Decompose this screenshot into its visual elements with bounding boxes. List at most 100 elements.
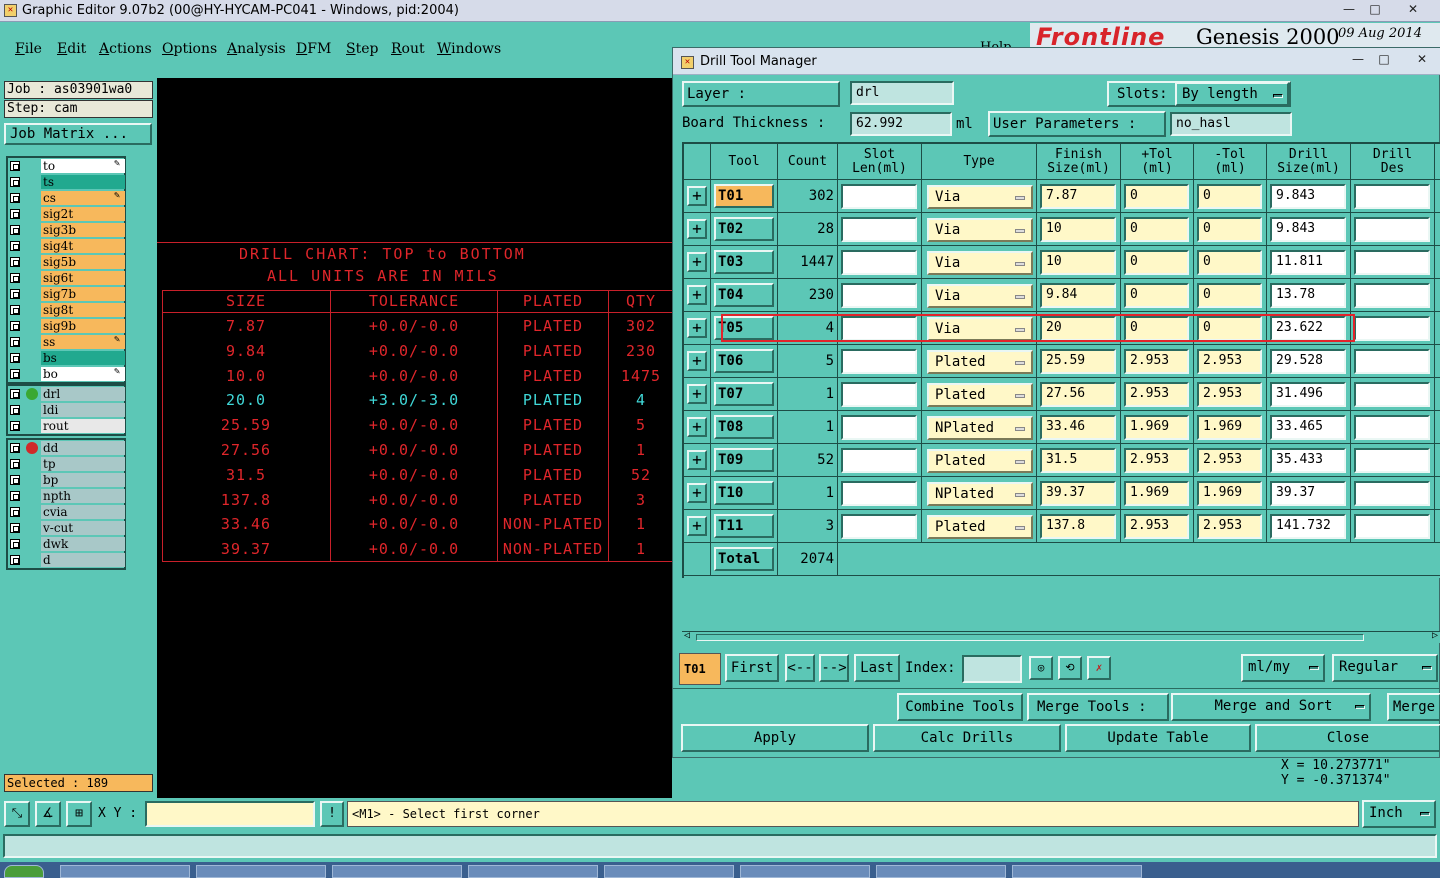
layer-row-sig9b[interactable]: sig9b [8, 318, 125, 334]
finish-size-input[interactable]: 25.59 [1040, 349, 1116, 374]
tool-name-button[interactable]: T04 [714, 283, 774, 307]
plus-tol-input[interactable]: 0 [1124, 316, 1189, 341]
close-button[interactable]: Close [1255, 724, 1440, 752]
tool-name-button[interactable]: T11 [714, 514, 774, 538]
layer-checkbox[interactable] [10, 289, 20, 299]
menu-analysis[interactable]: Analysis [227, 41, 286, 57]
plus-tol-input[interactable]: 2.953 [1124, 514, 1189, 539]
layer-name[interactable]: rout [41, 419, 125, 433]
menu-options[interactable]: Options [162, 41, 217, 57]
drill-des-input[interactable] [1354, 316, 1430, 341]
expand-tool-icon[interactable]: + [687, 186, 707, 206]
layer-checkbox[interactable] [10, 421, 20, 431]
drill-des-input[interactable] [1354, 217, 1430, 242]
expand-tool-icon[interactable]: + [687, 450, 707, 470]
expand-tool-icon[interactable]: + [687, 351, 707, 371]
layer-row-ldi[interactable]: ldi [8, 402, 125, 418]
layer-row-ts[interactable]: ts [8, 174, 125, 190]
plus-tol-input[interactable]: 2.953 [1124, 349, 1189, 374]
dialog-minimize-button[interactable]: — [1345, 52, 1371, 68]
expand-tool-icon[interactable]: + [687, 252, 707, 272]
drill-des-input[interactable] [1354, 349, 1430, 374]
locate-icon[interactable]: ◎ [1029, 656, 1053, 680]
layer-checkbox[interactable] [10, 507, 20, 517]
tool-type-option[interactable]: Via [927, 218, 1033, 242]
tool-type-option[interactable]: Plated [927, 449, 1033, 473]
layer-checkbox[interactable] [10, 193, 20, 203]
minus-tol-input[interactable]: 1.969 [1197, 481, 1262, 506]
layer-name[interactable]: to [41, 159, 125, 173]
drill-size-input[interactable]: 33.465 [1270, 415, 1346, 440]
drill-des-input[interactable] [1354, 382, 1430, 407]
slot-length-input[interactable] [841, 349, 917, 374]
layer-input[interactable]: drl [850, 81, 954, 105]
taskbar-item[interactable] [604, 865, 734, 878]
layer-checkbox[interactable] [10, 161, 20, 171]
slot-length-input[interactable] [841, 514, 917, 539]
taskbar-item[interactable] [60, 865, 190, 878]
units-option[interactable]: ml/my [1241, 654, 1325, 682]
slot-length-input[interactable] [841, 481, 917, 506]
refresh-icon[interactable]: ⟲ [1058, 656, 1082, 680]
layer-row-npth[interactable]: npth [8, 488, 125, 504]
slot-length-input[interactable] [841, 448, 917, 473]
layer-checkbox[interactable] [10, 177, 20, 187]
layer-name[interactable]: v-cut [41, 521, 125, 535]
layer-name[interactable]: dwk [41, 537, 125, 551]
expand-tool-icon[interactable]: + [687, 384, 707, 404]
layer-row-sig7b[interactable]: sig7b [8, 286, 125, 302]
layer-name[interactable]: cvia [41, 505, 125, 519]
tool-type-option[interactable]: Via [927, 185, 1033, 209]
drill-size-input[interactable]: 35.433 [1270, 448, 1346, 473]
next-button[interactable]: --> [819, 654, 849, 682]
expand-tool-icon[interactable]: + [687, 318, 707, 338]
update-table-button[interactable]: Update Table [1065, 724, 1251, 752]
layer-name[interactable]: sig7b [41, 287, 125, 301]
layer-row-cvia[interactable]: cvia [8, 504, 125, 520]
slot-length-input[interactable] [841, 382, 917, 407]
drill-size-input[interactable]: 29.528 [1270, 349, 1346, 374]
layer-row-sig8t[interactable]: sig8t [8, 302, 125, 318]
finish-size-input[interactable]: 10 [1040, 250, 1116, 275]
minus-tol-input[interactable]: 2.953 [1197, 448, 1262, 473]
tool-type-option[interactable]: Plated [927, 350, 1033, 374]
menu-dfm[interactable]: DFM [296, 41, 331, 57]
drill-size-input[interactable]: 23.622 [1270, 316, 1346, 341]
drill-des-input[interactable] [1354, 481, 1430, 506]
layer-name[interactable]: sig3b [41, 223, 125, 237]
layer-row-dwk[interactable]: dwk [8, 536, 125, 552]
user-parameters-input[interactable]: no_hasl [1170, 112, 1292, 136]
tool-name-button[interactable]: T05 [714, 316, 774, 340]
previous-button[interactable]: <-- [785, 654, 815, 682]
layer-name[interactable]: dd [41, 441, 125, 455]
apply-button[interactable]: Apply [681, 724, 869, 752]
tool-name-button[interactable]: T09 [714, 448, 774, 472]
zoom-fit-icon[interactable]: ⤡ [4, 801, 30, 827]
plus-tol-input[interactable]: 0 [1124, 217, 1189, 242]
finish-size-input[interactable]: 39.37 [1040, 481, 1116, 506]
minus-tol-input[interactable]: 1.969 [1197, 415, 1262, 440]
layer-checkbox[interactable] [10, 305, 20, 315]
delete-icon[interactable]: ✗ [1087, 656, 1111, 680]
measure-icon[interactable]: ∡ [35, 801, 61, 827]
finish-size-input[interactable]: 7.87 [1040, 184, 1116, 209]
grid-icon[interactable]: ⊞ [66, 801, 92, 827]
xy-input[interactable] [145, 801, 315, 827]
menu-actions[interactable]: Actions [99, 41, 152, 57]
layer-row-bs[interactable]: bs [8, 350, 125, 366]
plus-tol-input[interactable]: 2.953 [1124, 382, 1189, 407]
taskbar-item[interactable] [1012, 865, 1142, 878]
drill-des-input[interactable] [1354, 283, 1430, 308]
layer-name[interactable]: bp [41, 473, 125, 487]
layer-checkbox[interactable] [10, 475, 20, 485]
tool-type-option[interactable]: Via [927, 284, 1033, 308]
layer-row-v-cut[interactable]: v-cut [8, 520, 125, 536]
last-button[interactable]: Last [854, 654, 900, 682]
tool-type-option[interactable]: NPlated [927, 482, 1033, 506]
minus-tol-input[interactable]: 2.953 [1197, 382, 1262, 407]
drill-des-input[interactable] [1354, 415, 1430, 440]
layer-row-sig5b[interactable]: sig5b [8, 254, 125, 270]
slots-option[interactable]: By length [1175, 82, 1289, 106]
layer-checkbox[interactable] [10, 321, 20, 331]
scroll-right-icon[interactable]: ▷ [1432, 630, 1438, 641]
